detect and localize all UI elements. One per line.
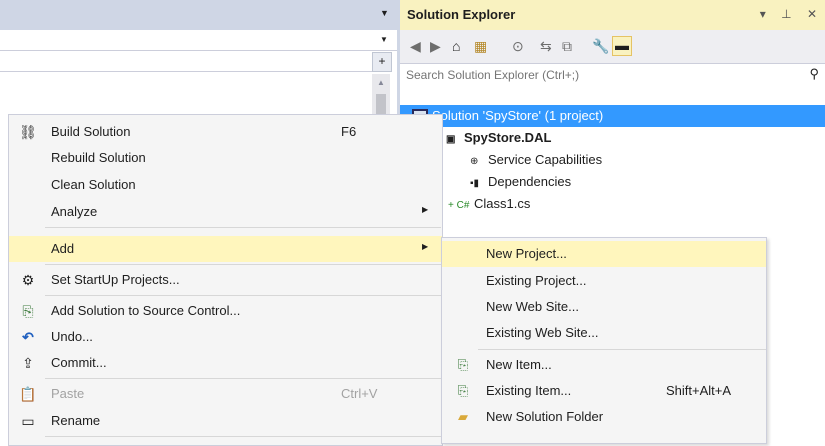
new-item-icon: ⎘ (457, 357, 469, 372)
menu-item-rename[interactable]: ▭ Rename (9, 408, 442, 434)
existing-item-icon: ⎘ (457, 383, 469, 398)
tree-item-label: SpyStore.DAL (464, 130, 552, 145)
properties-icon[interactable]: 🔧 (592, 38, 609, 55)
tree-item-class1[interactable]: + C# Class1.cs (448, 193, 530, 215)
menu-item-label: Set StartUp Projects... (51, 272, 180, 287)
split-window-button[interactable]: + (372, 52, 392, 72)
menu-item-shortcut: Shift+Alt+A (666, 383, 732, 398)
gear-icon: ⚙ (21, 272, 35, 288)
commit-icon: ⇪ (22, 355, 34, 371)
menu-item-commit[interactable]: ⇪ Commit... (9, 350, 442, 376)
vertical-scrollbar[interactable]: ▲ (372, 74, 390, 114)
submenu-item-new-solution-folder[interactable]: ▰ New Solution Folder (442, 404, 766, 430)
submenu-item-existing-project[interactable]: Existing Project... (442, 268, 766, 294)
menu-item-analyze[interactable]: Analyze ▶ (9, 199, 442, 225)
submenu-item-new-item[interactable]: ⎘ New Item... (442, 352, 766, 378)
menu-item-label: New Project... (486, 246, 567, 261)
context-menu: ⛓ Build Solution F6 Rebuild Solution Cle… (8, 114, 443, 446)
menu-separator (45, 264, 441, 265)
connected-service-icon: ⊕ (470, 156, 479, 167)
menu-item-label: Add Solution to Source Control... (51, 303, 241, 318)
member-combo[interactable] (0, 51, 372, 72)
folder-icon: ▰ (458, 409, 468, 424)
collapse-all-icon[interactable]: ⧉ (562, 38, 572, 55)
tree-item-dependencies[interactable]: ▪▮ Dependencies (470, 171, 571, 193)
tree-item-label: Class1.cs (474, 196, 531, 211)
menu-item-label: Rename (51, 413, 101, 428)
project-icon: ▣ (446, 134, 456, 145)
scroll-thumb[interactable] (376, 94, 386, 114)
menu-item-label: New Item... (486, 357, 552, 372)
menu-item-label: Rebuild Solution (51, 150, 146, 165)
add-submenu: New Project... Existing Project... New W… (441, 237, 767, 444)
preview-icon[interactable]: ▬ (612, 36, 632, 56)
add-source-control-icon: ⎘ (22, 303, 34, 319)
menu-item-add[interactable]: Add ▶ (9, 236, 442, 262)
menu-separator (45, 295, 441, 296)
menu-item-label: Undo... (51, 329, 93, 344)
csharp-file-icon: + C# (448, 200, 470, 211)
menu-separator (478, 349, 766, 350)
search-input[interactable] (406, 66, 776, 84)
submenu-item-existing-item[interactable]: ⎘ Existing Item... Shift+Alt+A (442, 378, 766, 404)
tree-item-label: Solution 'SpyStore' (1 project) (432, 108, 604, 123)
chevron-down-icon[interactable]: ▼ (380, 8, 389, 18)
menu-item-label: Paste (51, 386, 85, 401)
menu-separator (45, 378, 441, 379)
submenu-item-new-web-site[interactable]: New Web Site... (442, 294, 766, 320)
menu-item-label: Build Solution (51, 124, 131, 139)
menu-item-add-to-source-control[interactable]: ⎘ Add Solution to Source Control... (9, 298, 442, 324)
solution-explorer-titlebar: Solution Explorer ▾ ⊥ ✕ (400, 0, 825, 30)
build-icon: ⛓ (19, 124, 37, 140)
window-controls[interactable]: ▾ ⊥ ✕ (760, 7, 823, 21)
tree-item-solution[interactable]: Solution 'SpyStore' (1 project) (400, 105, 825, 127)
tree-item-project[interactable]: ▣ SpyStore.DAL (446, 127, 551, 149)
tree-item-service-capabilities[interactable]: ⊕ Service Capabilities (470, 149, 602, 171)
solution-explorer-toolbar: ◀ ▶ ⌂ ▦ ⊙ ⇆ ⧉ 🔧 ▬ (400, 30, 825, 63)
chevron-down-icon[interactable]: ▼ (380, 35, 388, 44)
rename-icon: ▭ (21, 413, 35, 429)
menu-item-undo[interactable]: ↶ Undo... (9, 324, 442, 350)
menu-item-shortcut: F6 (341, 124, 357, 139)
pending-changes-icon[interactable]: ⊙ (512, 38, 524, 55)
menu-item-set-startup-projects[interactable]: ⚙ Set StartUp Projects... (9, 267, 442, 293)
search-box[interactable]: ⚲ (400, 63, 825, 87)
menu-item-label: Add (51, 241, 75, 256)
menu-item-shortcut: Ctrl+V (341, 386, 378, 401)
menu-item-label: Existing Item... (486, 383, 572, 398)
tree-item-label: Service Capabilities (488, 152, 603, 167)
submenu-item-existing-web-site[interactable]: Existing Web Site... (442, 320, 766, 346)
menu-item-label: Clean Solution (51, 177, 136, 192)
menu-item-paste[interactable]: 📋 Paste Ctrl+V (9, 381, 442, 407)
panel-title: Solution Explorer (407, 7, 516, 22)
menu-item-build-solution[interactable]: ⛓ Build Solution F6 (9, 119, 442, 145)
navigation-combo[interactable] (0, 30, 397, 51)
menu-item-label: New Web Site... (486, 299, 579, 314)
submenu-arrow-icon: ▶ (422, 242, 429, 251)
forward-icon[interactable]: ▶ (430, 38, 441, 55)
menu-separator (45, 227, 441, 228)
menu-item-label: New Solution Folder (486, 409, 604, 424)
submenu-arrow-icon: ▶ (422, 205, 429, 214)
menu-item-label: Commit... (51, 355, 107, 370)
menu-separator (45, 436, 441, 437)
home-icon[interactable]: ⌂ (452, 38, 460, 54)
scroll-up-icon[interactable]: ▲ (372, 78, 390, 87)
undo-icon: ↶ (22, 329, 34, 345)
sync-icon[interactable]: ⇆ (540, 38, 552, 55)
menu-item-label: Analyze (51, 204, 98, 219)
menu-item-rebuild-solution[interactable]: Rebuild Solution (9, 145, 442, 171)
submenu-item-new-project[interactable]: New Project... (442, 241, 766, 267)
menu-item-label: Existing Project... (486, 273, 587, 288)
tree-item-label: Dependencies (488, 174, 572, 189)
menu-item-clean-solution[interactable]: Clean Solution (9, 172, 442, 198)
back-icon[interactable]: ◀ (410, 38, 421, 55)
dependencies-icon: ▪▮ (470, 178, 480, 189)
editor-titlebar (0, 0, 397, 30)
search-icon[interactable]: ⚲ (809, 66, 819, 82)
paste-icon: 📋 (19, 386, 37, 402)
menu-item-label: Existing Web Site... (486, 325, 599, 340)
switch-views-icon[interactable]: ▦ (474, 38, 487, 55)
